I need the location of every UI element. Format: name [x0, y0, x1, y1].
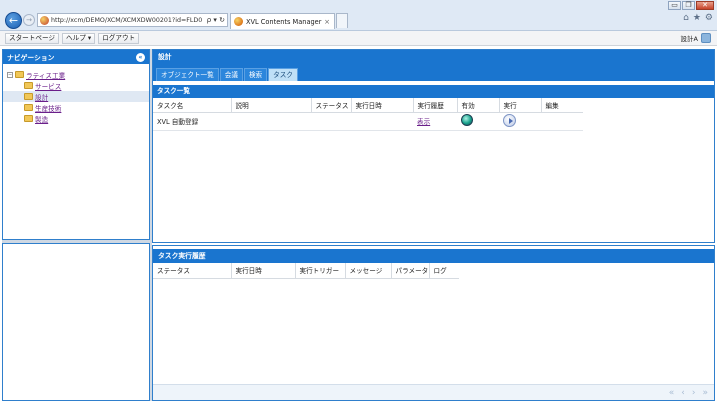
column-header[interactable]: 実行履歴 — [413, 98, 458, 113]
tree-node-design[interactable]: 設計 — [3, 91, 149, 102]
column-header[interactable]: メッセージ — [345, 263, 392, 279]
tree-node-label[interactable]: 生産技術 — [35, 103, 61, 113]
folder-icon — [24, 104, 33, 111]
address-controls[interactable]: ρ ▾ ↻ — [207, 16, 225, 24]
task-history-panel: タスク実行履歴 ステータス 実行日時 実行トリガー メッセージ パラメータ ログ… — [152, 245, 715, 401]
column-header[interactable]: 実行トリガー — [295, 263, 346, 279]
task-status — [311, 112, 351, 131]
history-table: ステータス 実行日時 実行トリガー メッセージ パラメータ ログ — [153, 263, 459, 279]
user-info: 設計A — [681, 33, 711, 43]
column-header[interactable]: ログ — [429, 263, 459, 279]
column-header[interactable]: 編集 — [541, 98, 583, 113]
tab-meeting[interactable]: 会議 — [219, 68, 243, 81]
window-controls: ▭ ❐ ✕ — [668, 1, 714, 10]
prev-page-icon[interactable]: ‹ — [681, 388, 685, 398]
run-play-icon[interactable] — [503, 113, 516, 127]
back-arrow-icon[interactable]: ← — [5, 12, 22, 29]
navigation-header: ナビゲーション « — [3, 50, 149, 64]
folder-icon — [24, 115, 33, 122]
tab-close-icon[interactable]: × — [324, 18, 330, 26]
next-page-icon[interactable]: › — [692, 388, 696, 398]
start-page-button[interactable]: スタートページ — [5, 32, 60, 44]
logout-button[interactable]: ログアウト — [98, 32, 140, 44]
navigation-panel: ナビゲーション « − ラティス工業 サービス 設計 生産技術 製造 — [2, 49, 150, 240]
tree-node-label[interactable]: 製造 — [35, 114, 48, 124]
user-name: 設計A — [680, 35, 698, 43]
tab-task[interactable]: タスク — [268, 68, 298, 81]
collapse-icon[interactable]: « — [136, 52, 145, 62]
first-page-icon[interactable]: « — [669, 388, 675, 398]
navigation-title: ナビゲーション — [7, 54, 55, 62]
column-header[interactable]: タスク名 — [153, 98, 232, 113]
column-header[interactable]: 説明 — [231, 98, 312, 113]
pager: « ‹ › » — [153, 384, 714, 400]
tree-expander-icon[interactable]: − — [7, 71, 13, 78]
favorites-icon[interactable]: ★ — [693, 13, 701, 23]
favicon-icon — [234, 17, 243, 26]
column-header[interactable]: 実行日時 — [351, 98, 414, 113]
folder-icon — [24, 93, 33, 100]
help-menu-button[interactable]: ヘルプ ▾ — [62, 32, 96, 44]
task-history-title: タスク実行履歴 — [153, 249, 714, 263]
minimize-button[interactable]: ▭ — [668, 1, 681, 10]
task-list-title: タスク一覧 — [153, 85, 714, 98]
browser-tab[interactable]: XVL Contents Manager × — [230, 13, 335, 29]
forward-arrow-icon[interactable]: → — [23, 14, 35, 26]
address-url[interactable]: http://xcm/DEMO/XCM/XCMXDW00201?id=FLD0 — [51, 17, 207, 24]
column-header[interactable]: パラメータ — [391, 263, 430, 279]
maximize-button[interactable]: ❐ — [682, 1, 695, 10]
settings-gear-icon[interactable]: ⚙ — [705, 13, 713, 23]
address-bar[interactable]: http://xcm/DEMO/XCM/XCMXDW00201?id=FLD0 … — [37, 13, 228, 27]
task-table: タスク名 説明 ステータス 実行日時 実行履歴 有効 実行 編集 XVL 自動登… — [153, 98, 583, 131]
task-datetime — [351, 112, 413, 131]
edit-cell[interactable] — [541, 112, 583, 131]
folder-tree: − ラティス工業 サービス 設計 生産技術 製造 — [3, 64, 149, 124]
close-window-button[interactable]: ✕ — [696, 1, 714, 10]
main-tabs: オブジェクト一覧 会議 検索 タスク — [153, 64, 714, 81]
enabled-toggle-icon[interactable] — [461, 114, 473, 126]
site-icon — [40, 15, 49, 25]
task-name: XVL 自動登録 — [153, 112, 231, 131]
tree-node-lattice[interactable]: − ラティス工業 — [3, 69, 149, 80]
home-icon[interactable]: ⌂ — [683, 13, 689, 23]
main-panel: 設計 オブジェクト一覧 会議 検索 タスク タスク一覧 タスク名 説明 ステータ… — [152, 49, 715, 243]
table-row[interactable]: XVL 自動登録 表示 — [153, 112, 583, 131]
column-header[interactable]: ステータス — [153, 263, 232, 279]
tree-node-label[interactable]: 設計 — [35, 92, 48, 102]
tab-search[interactable]: 検索 — [243, 68, 268, 81]
folder-title: 設計 — [153, 50, 714, 64]
user-icon[interactable] — [701, 33, 711, 43]
tab-title: XVL Contents Manager — [246, 17, 322, 26]
column-header[interactable]: 実行 — [499, 98, 542, 113]
tree-node-label[interactable]: ラティス工業 — [26, 70, 65, 80]
task-table-header: タスク名 説明 ステータス 実行日時 実行履歴 有効 実行 編集 — [153, 98, 583, 113]
app-toolbar: スタートページ ヘルプ ▾ ログアウト 設計A — [0, 31, 717, 46]
lower-left-panel — [2, 243, 150, 401]
tree-node-label[interactable]: サービス — [35, 81, 61, 91]
column-header[interactable]: 有効 — [457, 98, 500, 113]
tree-node-production-engineering[interactable]: 生産技術 — [3, 102, 149, 113]
tree-node-service[interactable]: サービス — [3, 80, 149, 91]
history-link[interactable]: 表示 — [417, 118, 430, 126]
history-table-header: ステータス 実行日時 実行トリガー メッセージ パラメータ ログ — [153, 263, 459, 279]
task-description — [231, 112, 311, 131]
tree-node-manufacturing[interactable]: 製造 — [3, 113, 149, 124]
folder-icon — [24, 82, 33, 89]
column-header[interactable]: ステータス — [311, 98, 352, 113]
new-tab-button[interactable] — [336, 13, 348, 28]
column-header[interactable]: 実行日時 — [231, 263, 296, 279]
browser-chrome: ▭ ❐ ✕ ← → http://xcm/DEMO/XCM/XCMXDW0020… — [0, 0, 717, 31]
last-page-icon[interactable]: » — [702, 388, 708, 398]
folder-icon — [15, 71, 24, 78]
tab-object-list[interactable]: オブジェクト一覧 — [156, 68, 219, 81]
browser-tools: ⌂ ★ ⚙ — [683, 13, 713, 23]
